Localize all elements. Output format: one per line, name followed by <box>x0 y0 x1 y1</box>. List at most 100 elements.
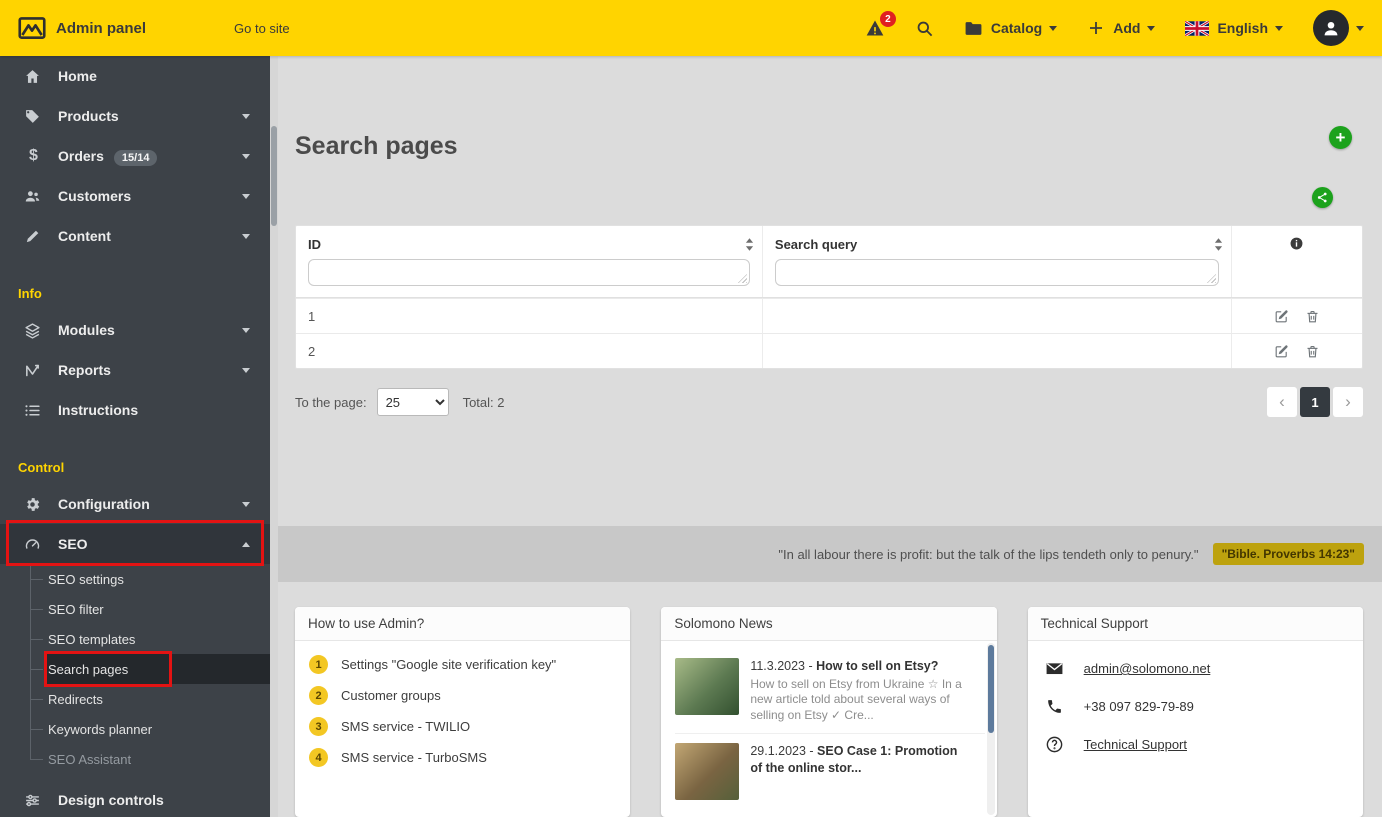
howto-item[interactable]: 1 Settings "Google site verification key… <box>307 649 618 680</box>
sidebar-item-modules[interactable]: Modules <box>0 310 270 350</box>
scrollbar-thumb[interactable] <box>987 645 994 733</box>
brand-title: Admin panel <box>56 19 147 37</box>
quote-strip: "In all labour there is profit: but the … <box>278 526 1382 582</box>
sidebar-item-seo[interactable]: SEO <box>0 524 270 564</box>
chevron-down-icon <box>1356 25 1364 31</box>
alerts-badge: 2 <box>879 11 896 27</box>
edit-icon[interactable] <box>1274 309 1289 324</box>
add-search-page-button[interactable]: + <box>1329 126 1352 149</box>
sort-icon[interactable] <box>1214 238 1223 251</box>
pen-icon <box>24 228 43 245</box>
settings-share-button[interactable] <box>1312 187 1333 208</box>
add-label: Add <box>1113 20 1141 36</box>
submenu-item-seo-filter[interactable]: SEO filter <box>0 594 270 624</box>
cell-id: 2 <box>296 333 763 368</box>
prev-page-button[interactable]: ‹ <box>1267 387 1297 417</box>
next-page-button[interactable]: › <box>1333 387 1363 417</box>
delete-icon[interactable] <box>1305 309 1320 324</box>
search-icon[interactable] <box>915 19 934 38</box>
news-scrollbar[interactable] <box>986 643 995 815</box>
support-card: Technical Support admin@solomono.net +38… <box>1027 607 1363 817</box>
howto-card: How to use Admin? 1 Settings "Google sit… <box>295 607 631 817</box>
chevron-down-icon <box>1275 25 1283 31</box>
support-phone-number: +38 097 829-79-89 <box>1083 699 1194 714</box>
info-icon[interactable] <box>1289 236 1304 251</box>
page-1-button[interactable]: 1 <box>1300 387 1330 417</box>
table-row: 1 <box>296 298 1362 333</box>
sidebar-item-configuration[interactable]: Configuration <box>0 484 270 524</box>
news-item[interactable]: 11.3.2023 - How to sell on Etsy? How to … <box>675 649 984 733</box>
cell-query <box>762 298 1232 333</box>
sort-icon[interactable] <box>745 238 754 251</box>
chevron-down-icon <box>242 327 250 333</box>
submenu-item-keywords-planner[interactable]: Keywords planner <box>0 714 270 744</box>
submenu-item-search-pages[interactable]: Search pages <box>0 654 270 684</box>
support-email-link[interactable]: admin@solomono.net <box>1084 661 1211 676</box>
card-title: Technical Support <box>1027 607 1363 641</box>
howto-item[interactable]: 2 Customer groups <box>307 680 618 711</box>
sidebar-item-label: Products <box>58 108 119 124</box>
add-menu[interactable]: Add <box>1087 19 1156 37</box>
submenu-item-label: SEO filter <box>48 601 104 617</box>
submenu-item-label: SEO templates <box>48 631 136 647</box>
howto-item[interactable]: 3 SMS service - TWILIO <box>307 711 618 742</box>
news-title[interactable]: How to sell on Etsy? <box>816 659 938 673</box>
column-header-query[interactable]: Search query <box>763 226 1232 254</box>
sidebar-item-instructions[interactable]: Instructions <box>0 390 270 430</box>
news-date: 11.3.2023 - <box>750 659 817 673</box>
quote-source-badge: "Bible. Proverbs 14:23" <box>1212 543 1364 565</box>
folder-icon <box>964 19 983 38</box>
edit-icon[interactable] <box>1274 344 1289 359</box>
topbar: Admin panel Go to site 2 Catalog Add Eng… <box>0 0 1382 56</box>
submenu-item-redirects[interactable]: Redirects <box>0 684 270 714</box>
go-to-site-link[interactable]: Go to site <box>234 21 290 36</box>
sidebar-item-customers[interactable]: Customers <box>0 176 270 216</box>
step-number-badge: 3 <box>309 717 328 736</box>
users-icon <box>24 188 43 205</box>
gear-icon <box>24 496 43 513</box>
sidebar-item-content[interactable]: Content <box>0 216 270 256</box>
sidebar-item-home[interactable]: Home <box>0 56 270 96</box>
sidebar-item-reports[interactable]: Reports <box>0 350 270 390</box>
sidebar-item-design-controls[interactable]: Design controls <box>0 780 270 817</box>
id-filter-input[interactable] <box>308 259 750 286</box>
sidebar-scrollbar[interactable] <box>270 56 278 817</box>
cell-query <box>762 333 1232 368</box>
news-item[interactable]: 29.1.2023 - SEO Case 1: Promotion of the… <box>675 732 985 809</box>
sidebar-item-orders[interactable]: $ Orders 15/14 <box>0 136 270 176</box>
submenu-item-seo-assistant[interactable]: SEO Assistant <box>0 744 270 774</box>
language-menu[interactable]: English <box>1185 20 1283 36</box>
submenu-item-seo-settings[interactable]: SEO settings <box>0 564 270 594</box>
scrollbar-thumb[interactable] <box>271 126 277 226</box>
step-number-badge: 1 <box>309 655 328 674</box>
support-link[interactable]: Technical Support <box>1084 737 1187 752</box>
submenu-item-seo-templates[interactable]: SEO templates <box>0 624 270 654</box>
logo-icon <box>18 16 46 40</box>
catalog-label: Catalog <box>990 20 1043 36</box>
catalog-menu[interactable]: Catalog <box>964 19 1058 38</box>
sidebar-item-label: Orders <box>58 148 104 164</box>
news-card: Solomono News 11.3.2023 - How to sell on… <box>661 607 997 817</box>
question-circle-icon <box>1044 735 1066 754</box>
sidebar-item-products[interactable]: Products <box>0 96 270 136</box>
tag-icon <box>24 108 43 125</box>
support-email-row: admin@solomono.net <box>1040 649 1351 688</box>
column-header-id[interactable]: ID <box>296 226 763 254</box>
step-number-badge: 2 <box>309 686 328 705</box>
card-title: Solomono News <box>661 607 997 641</box>
sliders-icon <box>24 792 43 809</box>
sidebar-section-control: Control <box>18 460 65 475</box>
seo-submenu: SEO settings SEO filter SEO templates Se… <box>0 564 270 774</box>
query-filter-input[interactable] <box>774 259 1219 286</box>
chevron-down-icon <box>242 113 250 119</box>
delete-icon[interactable] <box>1305 344 1320 359</box>
envelope-icon <box>1044 659 1066 678</box>
support-help-row: Technical Support <box>1040 725 1351 764</box>
sidebar-item-label: Home <box>58 68 97 84</box>
chevron-down-icon <box>242 233 250 239</box>
page-size-select[interactable]: 25 <box>376 388 449 416</box>
alerts-button[interactable]: 2 <box>865 11 896 38</box>
news-date: 29.1.2023 - <box>750 743 818 758</box>
howto-item[interactable]: 4 SMS service - TurboSMS <box>307 742 618 773</box>
user-menu[interactable] <box>1313 10 1364 46</box>
